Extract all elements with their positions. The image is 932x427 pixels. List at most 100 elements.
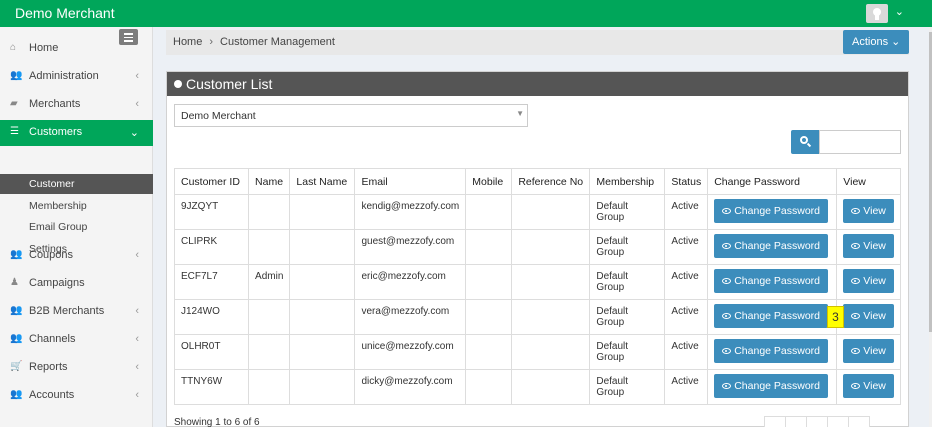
merchant-select[interactable]: Demo Merchant ▼	[174, 104, 528, 127]
sidebar-item-home[interactable]: ⌂ Home	[0, 36, 153, 62]
cell-membership: Default Group	[589, 334, 666, 370]
chevron-left-icon: ‹	[135, 361, 139, 373]
cell-last	[289, 194, 356, 230]
user-avatar-icon[interactable]	[866, 4, 888, 23]
search-input[interactable]	[819, 130, 901, 154]
submenu-item-email-group[interactable]: Email Group	[0, 217, 153, 237]
select-dropdown-arrow-icon: ▼	[516, 109, 524, 118]
view-button[interactable]: View	[843, 374, 894, 398]
breadcrumb-current: Customer Management	[220, 36, 335, 48]
eye-icon	[851, 243, 861, 249]
column-header[interactable]: Mobile	[465, 168, 513, 195]
submenu-item-label: Customer	[29, 178, 75, 190]
cell-last	[289, 369, 356, 405]
cart-icon: 🛒	[10, 361, 23, 372]
cell-last	[289, 299, 356, 335]
user-icon: ♟	[10, 277, 19, 288]
change-password-button[interactable]: Change Password	[714, 339, 829, 363]
sidebar-item-administration[interactable]: 👥 Administration ‹	[0, 64, 153, 90]
actions-dropdown-button[interactable]: Actions ⌄	[843, 30, 909, 54]
button-label: View	[863, 310, 886, 322]
submenu-item-label: Membership	[29, 199, 87, 212]
change-password-button[interactable]: Change Password	[714, 304, 829, 328]
table-row: TTNY6W dicky@mezzofy.com Default Group Acti…	[173, 369, 901, 405]
submenu-item-settings[interactable]: Settings	[0, 239, 153, 259]
cell-membership: Default Group	[589, 194, 666, 230]
button-label: Change Password	[734, 205, 821, 217]
cell-email: vera@mezzofy.com	[354, 299, 467, 335]
view-button[interactable]: View	[843, 269, 894, 293]
column-header[interactable]: Status	[664, 168, 709, 195]
cell-status: Active	[664, 229, 709, 265]
sidebar-item-customers[interactable]: ☰ Customers ⌄	[0, 120, 153, 146]
sidebar-item-accounts[interactable]: 👥 Accounts ‹	[0, 383, 153, 409]
users-icon: 👥	[10, 70, 23, 81]
table-row: ECF7L7 Admin eric@mezzofy.com Default Group…	[173, 264, 901, 300]
briefcase-icon: ▰	[10, 98, 18, 109]
cell-mobile	[465, 264, 513, 300]
cell-id: ECF7L7	[173, 264, 250, 300]
column-header[interactable]: Reference No	[511, 168, 591, 195]
app-title[interactable]: Demo Merchant	[15, 5, 115, 21]
eye-icon	[722, 348, 732, 354]
column-header[interactable]: Last Name	[289, 168, 356, 195]
column-header[interactable]: Name	[248, 168, 291, 195]
cell-change-password: Change Password	[707, 334, 838, 370]
cell-id: 9JZQYT	[173, 194, 250, 230]
sidebar-item-channels[interactable]: 👥 Channels ‹	[0, 327, 153, 353]
pagination-prev[interactable]	[785, 416, 807, 427]
breadcrumb-home-link[interactable]: Home	[173, 36, 202, 48]
button-label: Change Password	[734, 380, 821, 392]
eye-icon	[851, 208, 861, 214]
submenu-item-label: Email Group	[29, 221, 88, 233]
cell-name	[248, 299, 291, 335]
cell-email: kendig@mezzofy.com	[354, 194, 467, 230]
sidebar-item-b2b-merchants[interactable]: 👥 B2B Merchants ‹	[0, 299, 153, 325]
cell-ref	[511, 229, 591, 265]
submenu-item-label: Settings	[29, 242, 67, 255]
column-header[interactable]: View	[836, 168, 901, 195]
submenu-item-customer[interactable]: Customer	[0, 174, 153, 194]
cell-view: View	[836, 194, 901, 230]
change-password-button[interactable]: Change Password	[714, 374, 829, 398]
change-password-button[interactable]: Change Password	[714, 269, 829, 293]
customer-table: Customer ID Name Last Name Email Mobile Refer…	[173, 168, 901, 405]
eye-icon	[851, 383, 861, 389]
breadcrumb: Home › Customer Management	[166, 30, 909, 55]
eye-icon	[722, 383, 732, 389]
pagination-page[interactable]	[806, 416, 828, 427]
pagination-last[interactable]	[848, 416, 870, 427]
column-header[interactable]: Email	[354, 168, 467, 195]
cell-name	[248, 334, 291, 370]
button-label: View	[863, 345, 886, 357]
cell-email: dicky@mezzofy.com	[354, 369, 467, 405]
table-row: OLHR0T unice@mezzofy.com Default Group Acti…	[173, 334, 901, 370]
user-menu-chevron-down-icon[interactable]: ⌄	[895, 5, 904, 18]
sidebar-item-merchants[interactable]: ▰ Merchants ‹	[0, 92, 153, 118]
view-button[interactable]: View	[843, 199, 894, 223]
change-password-button[interactable]: Change Password	[714, 199, 829, 223]
pagination-first[interactable]	[764, 416, 786, 427]
table-row: J124WO vera@mezzofy.com Default Group Activ…	[173, 299, 901, 335]
eye-icon	[722, 243, 732, 249]
cell-change-password: Change Password	[707, 194, 838, 230]
change-password-button[interactable]: Change Password	[714, 234, 829, 258]
column-header[interactable]: Change Password	[707, 168, 838, 195]
cell-ref	[511, 194, 591, 230]
chevron-left-icon: ‹	[135, 333, 139, 345]
button-label: View	[863, 275, 886, 287]
view-button[interactable]: View	[843, 339, 894, 363]
table-info-text: Showing 1 to 6 of 6	[174, 417, 260, 427]
pagination-next[interactable]	[827, 416, 849, 427]
column-header[interactable]: Customer ID	[173, 168, 250, 195]
sidebar-item-reports[interactable]: 🛒 Reports ‹	[0, 355, 153, 381]
cell-status: Active	[664, 299, 709, 335]
column-header[interactable]: Membership	[589, 168, 666, 195]
submenu-item-membership[interactable]: Membership	[0, 196, 153, 216]
search-button[interactable]	[791, 130, 819, 154]
sidebar-item-label: B2B Merchants	[29, 305, 105, 317]
cell-membership: Default Group	[589, 229, 666, 265]
sidebar-item-campaigns[interactable]: ♟ Campaigns	[0, 271, 153, 297]
view-button[interactable]: View	[843, 234, 894, 258]
view-button[interactable]: View	[843, 304, 894, 328]
